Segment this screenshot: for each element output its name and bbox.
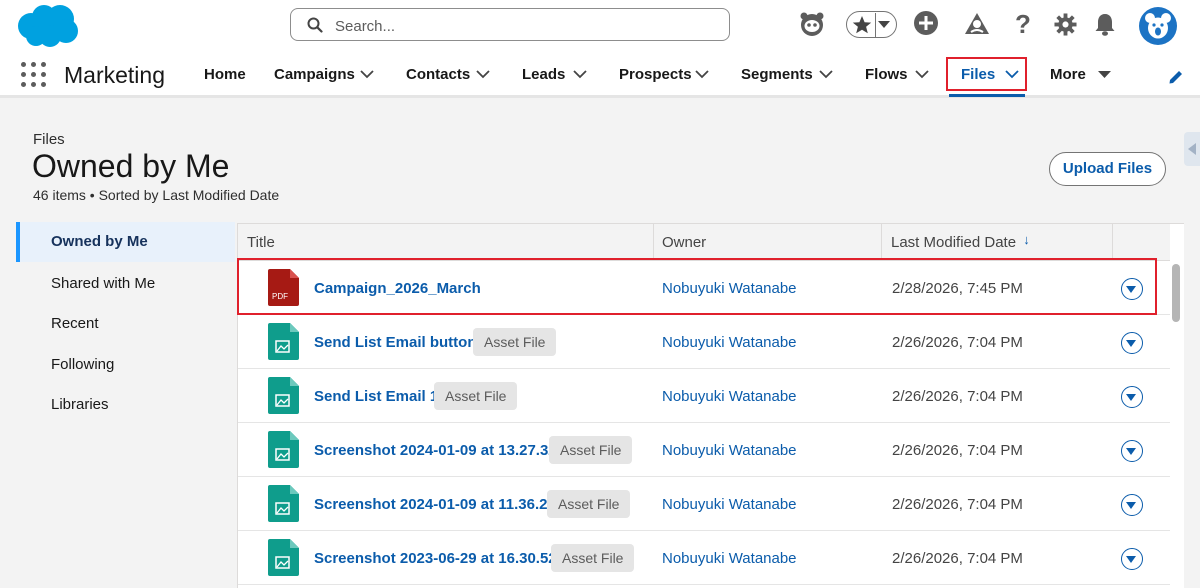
tab-flows[interactable]: Flows xyxy=(865,66,908,83)
table-row[interactable]: PDF Campaign_2026_March Nobuyuki Watanab… xyxy=(238,261,1170,315)
file-title-link[interactable]: Send List Email 1 xyxy=(314,388,438,405)
contacts-chevron-down-icon[interactable] xyxy=(476,70,490,79)
file-owner-link[interactable]: Nobuyuki Watanabe xyxy=(662,334,797,351)
file-last-modified: 2/26/2026, 7:04 PM xyxy=(892,550,1023,567)
tab-home[interactable]: Home xyxy=(204,66,246,83)
search-icon xyxy=(307,17,323,33)
more-caret-down-icon[interactable] xyxy=(1098,71,1111,79)
file-title-link[interactable]: Campaign_2026_March xyxy=(314,280,481,297)
tab-more[interactable]: More xyxy=(1050,66,1086,83)
trailhead-guidance-icon[interactable] xyxy=(963,10,991,38)
asset-file-badge: Asset File xyxy=(434,382,518,410)
file-owner-link[interactable]: Nobuyuki Watanabe xyxy=(662,388,797,405)
tab-segments[interactable]: Segments xyxy=(741,66,813,83)
column-header-last-modified[interactable]: Last Modified Date ↓ xyxy=(882,224,1112,260)
list-meta-info: 46 items • Sorted by Last Modified Date xyxy=(33,187,280,203)
favorites-star-icon[interactable] xyxy=(850,13,876,37)
row-actions-chevron-icon[interactable] xyxy=(1121,386,1143,408)
file-owner-link[interactable]: Nobuyuki Watanabe xyxy=(662,550,797,567)
file-title-link[interactable]: Screenshot 2023-06-29 at 16.30.52 xyxy=(314,550,557,567)
app-navigation-bar: Marketing Home Campaigns Contacts Leads … xyxy=(0,52,1200,98)
file-last-modified: 2/26/2026, 7:04 PM xyxy=(892,334,1023,351)
flows-chevron-down-icon[interactable] xyxy=(915,70,929,79)
page-title: Owned by Me xyxy=(32,148,230,184)
table-scrollbar-thumb[interactable] xyxy=(1172,264,1180,322)
image-file-icon xyxy=(268,431,299,468)
global-search[interactable] xyxy=(290,8,730,41)
table-header: Title Owner Last Modified Date ↓ xyxy=(238,224,1170,261)
user-avatar[interactable] xyxy=(1139,7,1177,45)
active-tab-indicator xyxy=(949,94,1025,97)
help-icon[interactable]: ? xyxy=(1015,9,1031,40)
column-header-owner[interactable]: Owner xyxy=(653,224,881,260)
nav-libraries[interactable]: Libraries xyxy=(16,385,235,425)
files-tab-highlight xyxy=(946,57,1027,91)
image-file-icon xyxy=(268,377,299,414)
search-input[interactable] xyxy=(333,14,717,38)
einstein-assistant-icon[interactable] xyxy=(798,10,826,38)
image-file-icon xyxy=(268,323,299,360)
asset-file-badge: Asset File xyxy=(473,328,557,356)
prospects-chevron-down-icon[interactable] xyxy=(695,70,709,79)
file-last-modified: 2/26/2026, 7:04 PM xyxy=(892,496,1023,513)
tab-contacts[interactable]: Contacts xyxy=(406,66,470,83)
asset-file-badge: Asset File xyxy=(549,436,633,464)
table-row[interactable]: Screenshot 2024-01-09 at 13.27.32 Asset … xyxy=(238,423,1170,477)
sort-descending-arrow-icon[interactable]: ↓ xyxy=(1023,232,1030,247)
files-left-nav: Owned by Me Shared with Me Recent Follow… xyxy=(16,222,235,587)
table-row[interactable]: Screenshot 2023-06-29 at 16.30.52 Asset … xyxy=(238,531,1170,585)
row-actions-chevron-icon[interactable] xyxy=(1121,440,1143,462)
user-avatar-bear-icon xyxy=(1145,13,1171,39)
breadcrumb: Files xyxy=(33,131,65,148)
app-launcher-icon[interactable] xyxy=(21,62,47,88)
file-owner-link[interactable]: Nobuyuki Watanabe xyxy=(662,496,797,513)
column-header-title[interactable]: Title xyxy=(238,224,653,260)
row-actions-chevron-icon[interactable] xyxy=(1121,494,1143,516)
column-header-last-modified-label: Last Modified Date xyxy=(891,234,1017,251)
row-actions-chevron-icon[interactable] xyxy=(1121,548,1143,570)
pdf-icon-label: PDF xyxy=(272,292,288,301)
nav-recent[interactable]: Recent xyxy=(16,304,235,344)
campaigns-chevron-down-icon[interactable] xyxy=(360,70,374,79)
file-title-link[interactable]: Screenshot 2024-01-09 at 13.27.32 xyxy=(314,442,557,459)
file-last-modified: 2/28/2026, 7:45 PM xyxy=(892,280,1023,297)
file-owner-link[interactable]: Nobuyuki Watanabe xyxy=(662,280,797,297)
leads-chevron-down-icon[interactable] xyxy=(573,70,587,79)
file-owner-link[interactable]: Nobuyuki Watanabe xyxy=(662,442,797,459)
image-file-icon xyxy=(268,539,299,576)
asset-file-badge: Asset File xyxy=(547,490,631,518)
table-row[interactable]: Screenshot 2024-01-09 at 11.36.27 Asset … xyxy=(238,477,1170,531)
asset-file-badge: Asset File xyxy=(551,544,635,572)
tab-prospects[interactable]: Prospects xyxy=(619,66,692,83)
file-title-link[interactable]: Send List Email button xyxy=(314,334,477,351)
salesforce-cloud-logo[interactable] xyxy=(14,3,80,49)
global-header: ? xyxy=(0,0,1200,52)
nav-owned-by-me[interactable]: Owned by Me xyxy=(16,222,235,262)
nav-following[interactable]: Following xyxy=(16,345,235,385)
setup-gear-icon[interactable] xyxy=(1054,13,1077,36)
row-actions-chevron-icon[interactable] xyxy=(1121,332,1143,354)
table-row[interactable]: Send List Email 1 Asset File Nobuyuki Wa… xyxy=(238,369,1170,423)
upload-files-button[interactable]: Upload Files xyxy=(1049,152,1166,186)
nav-shared-with-me[interactable]: Shared with Me xyxy=(16,264,235,304)
segments-chevron-down-icon[interactable] xyxy=(819,70,833,79)
file-last-modified: 2/26/2026, 7:04 PM xyxy=(892,442,1023,459)
tab-campaigns[interactable]: Campaigns xyxy=(274,66,355,83)
file-title-link[interactable]: Screenshot 2024-01-09 at 11.36.27 xyxy=(314,496,556,513)
file-last-modified: 2/26/2026, 7:04 PM xyxy=(892,388,1023,405)
notifications-bell-icon[interactable] xyxy=(1094,12,1116,37)
app-name: Marketing xyxy=(64,62,165,88)
tab-leads[interactable]: Leads xyxy=(522,66,565,83)
table-row[interactable]: Send List Email button Asset File Nobuyu… xyxy=(238,315,1170,369)
edit-nav-pencil-icon[interactable] xyxy=(1168,69,1184,85)
collapse-panel-handle[interactable] xyxy=(1184,132,1200,166)
favorites-group[interactable] xyxy=(846,11,897,38)
favorites-dropdown-icon[interactable] xyxy=(878,21,890,29)
global-create-icon[interactable] xyxy=(913,10,939,36)
image-file-icon xyxy=(268,485,299,522)
pdf-icon: PDF xyxy=(268,269,299,306)
row-actions-chevron-icon[interactable] xyxy=(1121,278,1143,300)
files-table: Title Owner Last Modified Date ↓ PDF Cam… xyxy=(237,223,1184,588)
